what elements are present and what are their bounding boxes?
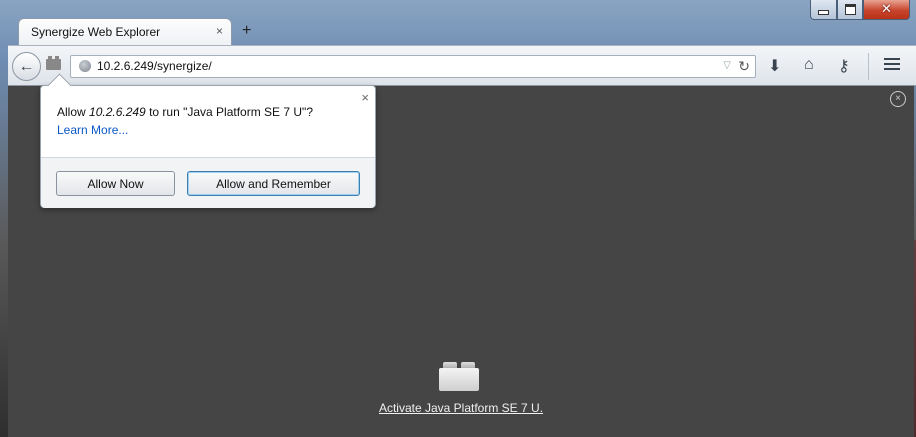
- window-controls: ✕: [810, 0, 910, 20]
- toolbar-separator: [868, 53, 869, 80]
- plugin-permission-popup: × Allow 10.2.6.249 to run "Java Platform…: [40, 85, 376, 208]
- tab-title: Synergize Web Explorer: [31, 25, 161, 39]
- plugin-icon[interactable]: [46, 56, 61, 70]
- allow-and-remember-button[interactable]: Allow and Remember: [187, 171, 360, 196]
- learn-more-link[interactable]: Learn More...: [57, 123, 128, 137]
- popup-close-icon[interactable]: ×: [361, 90, 369, 105]
- popup-host: 10.2.6.249: [89, 105, 146, 119]
- download-icon[interactable]: ⬇: [768, 56, 781, 76]
- dismiss-plugin-notice-icon[interactable]: ×: [890, 91, 906, 107]
- tab-close-icon[interactable]: ×: [216, 24, 223, 38]
- menu-icon[interactable]: [884, 58, 900, 73]
- activate-java-link[interactable]: Activate Java Platform SE 7 U.: [8, 401, 914, 415]
- new-tab-button[interactable]: +: [242, 22, 251, 40]
- minimize-icon: [818, 10, 829, 15]
- popup-footer: Allow Now Allow and Remember: [41, 157, 375, 208]
- home-icon[interactable]: ⌂: [804, 56, 814, 74]
- back-button[interactable]: ←: [12, 52, 41, 81]
- key-icon[interactable]: ⚷: [838, 56, 850, 76]
- url-bar[interactable]: ▽ ↻: [70, 55, 756, 78]
- navigation-toolbar: ← ▽ ↻ ⬇ ⌂ ⚷: [8, 45, 916, 86]
- tab-synergize[interactable]: Synergize Web Explorer ×: [18, 18, 232, 46]
- minimize-button[interactable]: [810, 0, 837, 20]
- url-input[interactable]: [97, 59, 697, 73]
- maximize-icon: [844, 4, 856, 15]
- close-window-button[interactable]: ✕: [863, 0, 910, 20]
- back-arrow-icon: ←: [18, 57, 35, 75]
- maximize-button[interactable]: [837, 0, 863, 20]
- popup-message: Allow 10.2.6.249 to run "Java Platform S…: [57, 105, 313, 119]
- plugin-brick-icon[interactable]: [439, 362, 479, 391]
- globe-icon: [79, 60, 91, 72]
- history-dropdown-icon[interactable]: ▽: [723, 60, 731, 71]
- reload-icon[interactable]: ↻: [738, 58, 750, 75]
- close-icon: ✕: [881, 2, 892, 17]
- allow-now-button[interactable]: Allow Now: [56, 171, 175, 196]
